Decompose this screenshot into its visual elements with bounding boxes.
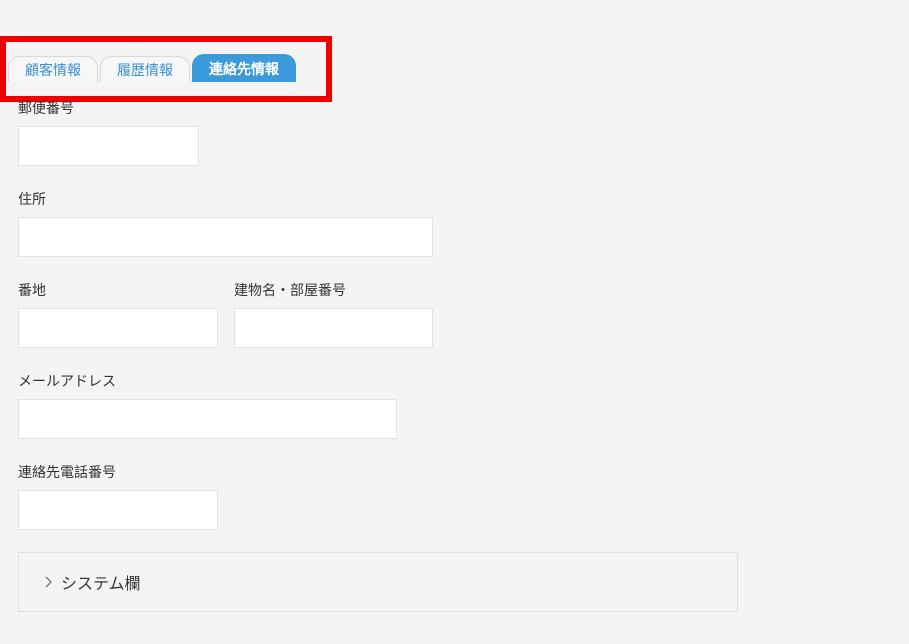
email-label: メールアドレス <box>18 374 116 390</box>
postal-code-input[interactable] <box>18 126 199 166</box>
address-input[interactable] <box>18 217 433 257</box>
system-section-toggle[interactable]: システム欄 <box>18 552 738 612</box>
contact-info-page: 顧客情報 履歴情報 連絡先情報 郵便番号 住所 番地 建物名・部屋番号 メールア… <box>0 0 909 644</box>
contact-phone-input[interactable] <box>18 490 218 530</box>
tab-contact-info[interactable]: 連絡先情報 <box>192 54 296 82</box>
tab-history-info[interactable]: 履歴情報 <box>100 56 190 82</box>
street-number-input[interactable] <box>18 308 218 348</box>
street-number-label: 番地 <box>18 283 46 299</box>
tab-bar: 顧客情報 履歴情報 連絡先情報 <box>8 54 296 82</box>
postal-code-label: 郵便番号 <box>18 101 74 117</box>
tab-customer-info[interactable]: 顧客情報 <box>8 56 98 82</box>
building-label: 建物名・部屋番号 <box>234 283 346 299</box>
system-section-label: システム欄 <box>61 574 141 593</box>
chevron-right-icon <box>41 574 57 590</box>
address-label: 住所 <box>18 192 46 208</box>
building-input[interactable] <box>234 308 433 348</box>
contact-phone-label: 連絡先電話番号 <box>18 465 116 481</box>
email-input[interactable] <box>18 399 397 439</box>
